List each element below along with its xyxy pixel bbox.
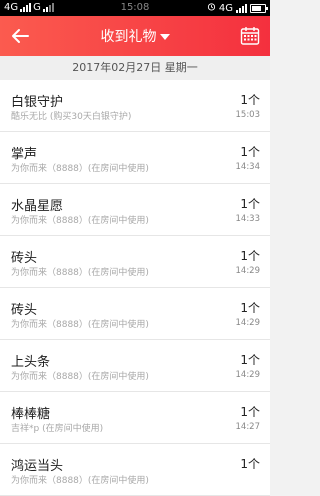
- network-type-label: 4G: [218, 2, 233, 14]
- gift-count: 1个: [240, 457, 260, 471]
- gift-source: 为你而来（8888）(在房间中使用): [11, 216, 149, 226]
- list-item[interactable]: 棒棒糖 吉祥*p (在房间中使用) 1个 14:27: [0, 392, 270, 444]
- gift-name: 白银守护: [11, 95, 64, 110]
- list-item[interactable]: 白银守护 酷乐无比 (购买30天白银守护) 1个 15:03: [0, 80, 270, 132]
- gift-time: 14:29: [235, 318, 261, 328]
- gift-name: 掌声: [11, 147, 38, 162]
- gift-name: 上头条: [11, 355, 51, 370]
- gift-count: 1个: [240, 405, 260, 419]
- calendar-button[interactable]: [240, 26, 260, 46]
- gift-name: 砖头: [11, 303, 38, 318]
- list-item[interactable]: 砖头 为你而来（8888）(在房间中使用) 1个 14:29: [0, 236, 270, 288]
- gift-count: 1个: [240, 197, 260, 211]
- gift-count: 1个: [240, 93, 260, 107]
- gift-name: 砖头: [11, 251, 38, 266]
- list-item[interactable]: 鸿运当头 为你而来（8888）(在房间中使用) 1个: [0, 444, 270, 496]
- gift-count: 1个: [240, 145, 260, 159]
- chevron-down-icon: [159, 34, 170, 40]
- list-item[interactable]: 砖头 为你而来（8888）(在房间中使用) 1个 14:29: [0, 288, 270, 340]
- gift-source: 酷乐无比 (购买30天白银守护): [11, 112, 132, 122]
- app-bar: 收到礼物: [0, 16, 270, 56]
- list-item[interactable]: 上头条 为你而来（8888）(在房间中使用) 1个 14:29: [0, 340, 270, 392]
- page-title: 收到礼物: [100, 29, 157, 45]
- gift-list: 白银守护 酷乐无比 (购买30天白银守护) 1个 15:03 掌声 为你而来（8…: [0, 80, 270, 496]
- gift-time: 14:29: [235, 266, 261, 276]
- gift-name: 鸿运当头: [11, 459, 64, 474]
- date-header: 2017年02月27日 星期一: [0, 56, 270, 80]
- gift-time: 14:34: [235, 162, 261, 172]
- gift-time: 14:33: [235, 214, 261, 224]
- calendar-icon: [240, 27, 260, 45]
- gift-time: 15:03: [235, 110, 261, 120]
- gift-source: 吉祥*p (在房间中使用): [11, 424, 104, 434]
- gift-name: 水晶星愿: [11, 199, 64, 214]
- title-dropdown[interactable]: 收到礼物: [0, 26, 270, 46]
- status-right: 4G: [207, 2, 268, 14]
- list-item[interactable]: 掌声 为你而来（8888）(在房间中使用) 1个 14:34: [0, 132, 270, 184]
- gift-time: 14:27: [235, 422, 261, 432]
- gift-source: 为你而来（8888）(在房间中使用): [11, 268, 149, 278]
- gift-count: 1个: [240, 301, 260, 315]
- cell-signal-icon: [236, 3, 247, 13]
- gift-name: 棒棒糖: [11, 407, 51, 422]
- list-item[interactable]: 水晶星愿 为你而来（8888）(在房间中使用) 1个 14:33: [0, 184, 270, 236]
- gift-source: 为你而来（8888）(在房间中使用): [11, 164, 149, 174]
- battery-icon: [250, 3, 268, 13]
- gift-count: 1个: [240, 249, 260, 263]
- gift-source: 为你而来（8888）(在房间中使用): [11, 320, 149, 330]
- gift-count: 1个: [240, 353, 260, 367]
- alarm-icon: [207, 2, 216, 14]
- gift-source: 为你而来（8888）(在房间中使用): [11, 372, 149, 382]
- gift-time: 14:29: [235, 370, 261, 380]
- status-bar: 4G G 15:08 4G: [0, 0, 270, 16]
